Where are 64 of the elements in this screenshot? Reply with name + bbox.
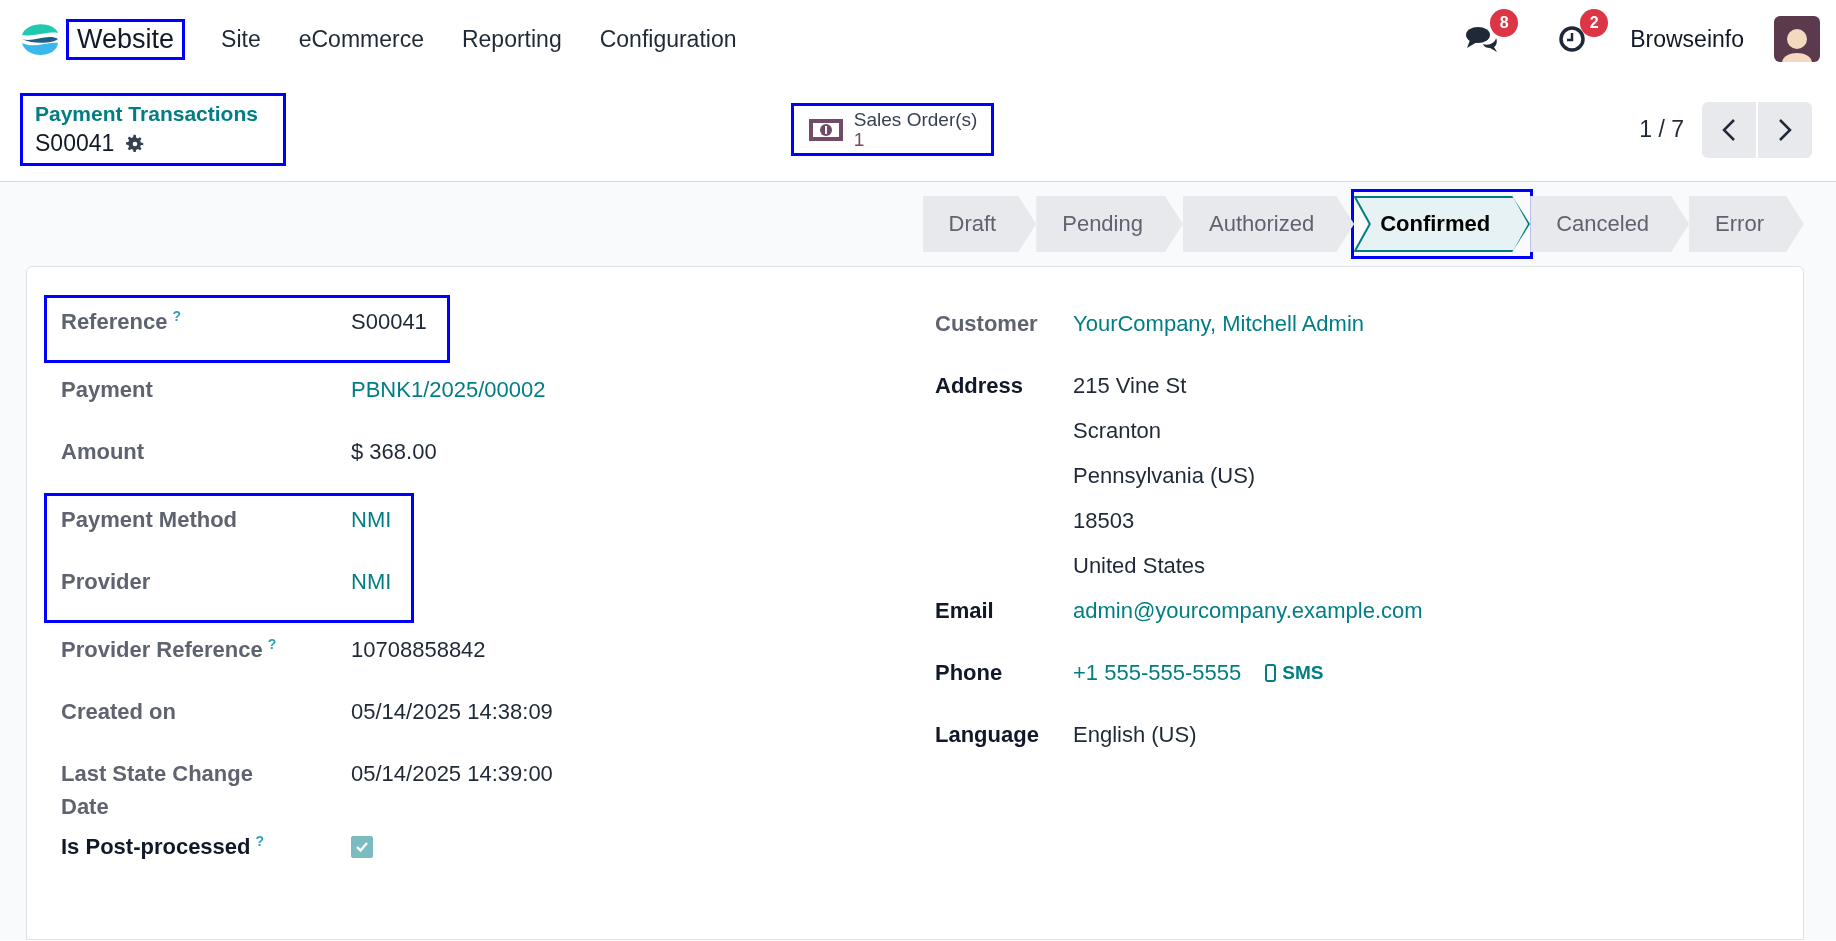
- status-stage[interactable]: Draft: [922, 196, 1037, 252]
- pager-counter[interactable]: 1 / 7: [1639, 116, 1684, 143]
- address-line: 215 Vine St: [1073, 372, 1188, 400]
- checkmark-icon: [355, 841, 369, 853]
- sales-orders-button[interactable]: Sales Order(s) 1: [790, 102, 995, 157]
- help-tooltip[interactable]: ?: [172, 307, 181, 324]
- field-label: Last State Change Date: [61, 760, 254, 821]
- field-label: Email: [935, 597, 995, 625]
- status-stage[interactable]: Error: [1689, 196, 1804, 252]
- chevron-right-icon: [1778, 117, 1792, 142]
- checkbox[interactable]: [351, 836, 373, 858]
- status-stage[interactable]: Pending: [1036, 196, 1183, 252]
- app-name[interactable]: Website: [66, 18, 186, 60]
- field-link[interactable]: NMI: [351, 565, 392, 598]
- next-button[interactable]: [1758, 101, 1812, 158]
- address-line: United States: [1073, 552, 1207, 580]
- field-link[interactable]: NMI: [351, 503, 392, 536]
- previous-button[interactable]: [1702, 101, 1756, 158]
- field-value: 05/14/2025 14:39:00: [351, 760, 554, 788]
- help-tooltip[interactable]: ?: [267, 635, 277, 652]
- field-label: Provider: [61, 568, 152, 596]
- notification-badge: 2: [1580, 9, 1609, 37]
- field-label: Address: [935, 372, 1025, 400]
- menu-item[interactable]: eCommerce: [282, 19, 440, 59]
- field-link[interactable]: admin@yourcompany.example.com: [1073, 594, 1783, 627]
- field-label: Payment: [61, 376, 154, 404]
- clock-icon: [1558, 25, 1587, 53]
- field-label: Created on: [61, 698, 177, 726]
- field-link[interactable]: YourCompany, Mitchell Admin: [1073, 307, 1783, 340]
- field-label: Phone: [935, 659, 1004, 687]
- user-name[interactable]: Browseinfo: [1630, 25, 1744, 53]
- field-label: Provider Reference $^{?}$: [61, 634, 278, 664]
- phone-link[interactable]: +1 555-555-5555: [1073, 656, 1242, 689]
- status-stage[interactable]: Canceled: [1530, 196, 1690, 252]
- menu-item[interactable]: Configuration: [583, 19, 753, 59]
- field-label: Language: [935, 721, 1040, 749]
- chevron-left-icon: [1722, 117, 1736, 142]
- field-label: Customer: [935, 310, 1039, 338]
- notification-badge: 8: [1490, 9, 1519, 37]
- menu-item[interactable]: Site: [205, 19, 277, 59]
- breadcrumb-link[interactable]: Payment Transactions: [35, 102, 271, 126]
- status-stage[interactable]: Confirmed: [1354, 196, 1531, 252]
- chat-icon: [1465, 24, 1500, 54]
- user-avatar[interactable]: [1774, 16, 1820, 62]
- address-line: Pennsylvania (US): [1073, 462, 1257, 490]
- address-line: Scranton: [1073, 417, 1163, 445]
- field-label: Amount: [61, 438, 146, 466]
- field-label: Payment Method: [61, 506, 239, 534]
- field-value: English (US): [1073, 721, 1198, 749]
- help-tooltip[interactable]: ?: [255, 832, 265, 849]
- field-label: Reference $^{?}$: [61, 306, 182, 336]
- menu-item[interactable]: Reporting: [445, 19, 578, 59]
- mobile-phone-icon: [1265, 663, 1277, 682]
- field-link[interactable]: PBNK1/2025/00002: [351, 373, 892, 406]
- status-stage[interactable]: Authorized: [1182, 196, 1355, 252]
- field-value: S00041: [351, 308, 427, 336]
- banknote-icon: [807, 116, 844, 143]
- field-value: $ 368.00: [351, 438, 438, 466]
- sms-button[interactable]: SMS: [1265, 661, 1324, 684]
- record-name: S00041: [35, 130, 115, 157]
- address-line: 18503: [1073, 507, 1136, 535]
- field-value: 05/14/2025 14:38:09: [351, 698, 554, 726]
- field-label: Is Post-processed $^{?}$: [61, 831, 266, 861]
- field-value: 10708858842: [351, 636, 487, 664]
